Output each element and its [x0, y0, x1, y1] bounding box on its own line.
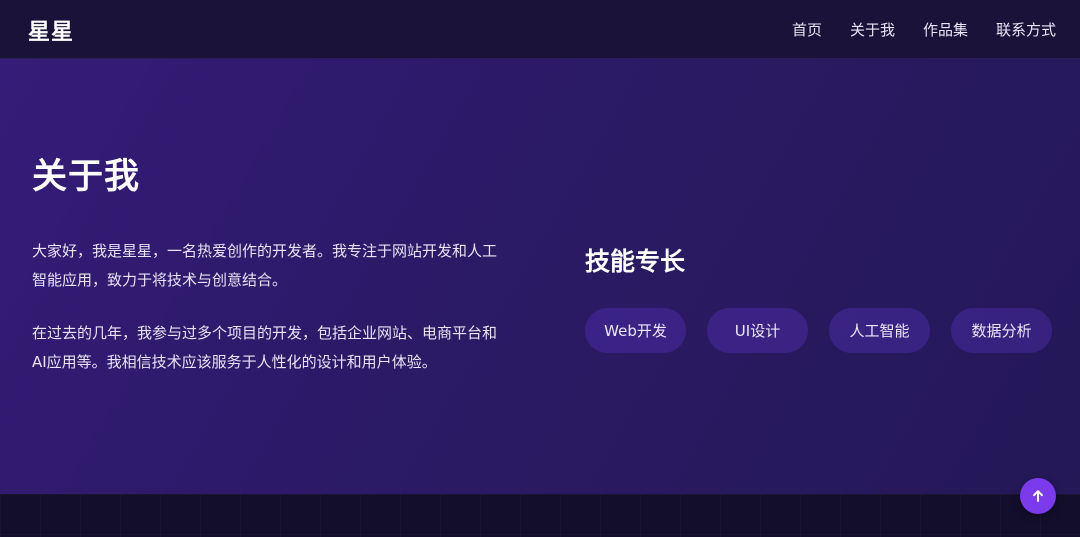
nav-link-portfolio[interactable]: 作品集 — [923, 19, 968, 40]
main-nav: 首页 关于我 作品集 联系方式 — [792, 19, 1056, 40]
skills-title: 技能专长 — [585, 247, 686, 276]
arrow-up-icon — [1033, 490, 1043, 502]
nav-link-about[interactable]: 关于我 — [850, 19, 895, 40]
about-title: 关于我 — [32, 157, 141, 197]
next-section-edge — [0, 494, 1080, 537]
page: 星星 首页 关于我 作品集 联系方式 关于我 大家好，我是星星，一名热爱创作的开… — [0, 0, 1080, 537]
skill-tags: Web开发 UI设计 人工智能 数据分析 — [585, 308, 1052, 353]
about-section: 关于我 大家好，我是星星，一名热爱创作的开发者。我专注于网站开发和人工智能应用，… — [0, 59, 1080, 494]
nav-link-home[interactable]: 首页 — [792, 19, 822, 40]
site-logo[interactable]: 星星 — [28, 14, 74, 46]
about-paragraph-2: 在过去的几年，我参与过多个项目的开发，包括企业网站、电商平台和AI应用等。我相信… — [32, 324, 498, 371]
back-to-top-button[interactable] — [1020, 478, 1056, 514]
skill-tag-ai: 人工智能 — [829, 308, 930, 353]
navbar: 星星 首页 关于我 作品集 联系方式 — [0, 0, 1080, 59]
about-text: 大家好，我是星星，一名热爱创作的开发者。我专注于网站开发和人工智能应用，致力于将… — [32, 237, 502, 401]
nav-link-contact[interactable]: 联系方式 — [996, 19, 1056, 40]
about-paragraph-1: 大家好，我是星星，一名热爱创作的开发者。我专注于网站开发和人工智能应用，致力于将… — [32, 242, 498, 289]
skill-tag-data: 数据分析 — [951, 308, 1052, 353]
skill-tag-ui: UI设计 — [707, 308, 808, 353]
skill-tag-web: Web开发 — [585, 308, 686, 353]
